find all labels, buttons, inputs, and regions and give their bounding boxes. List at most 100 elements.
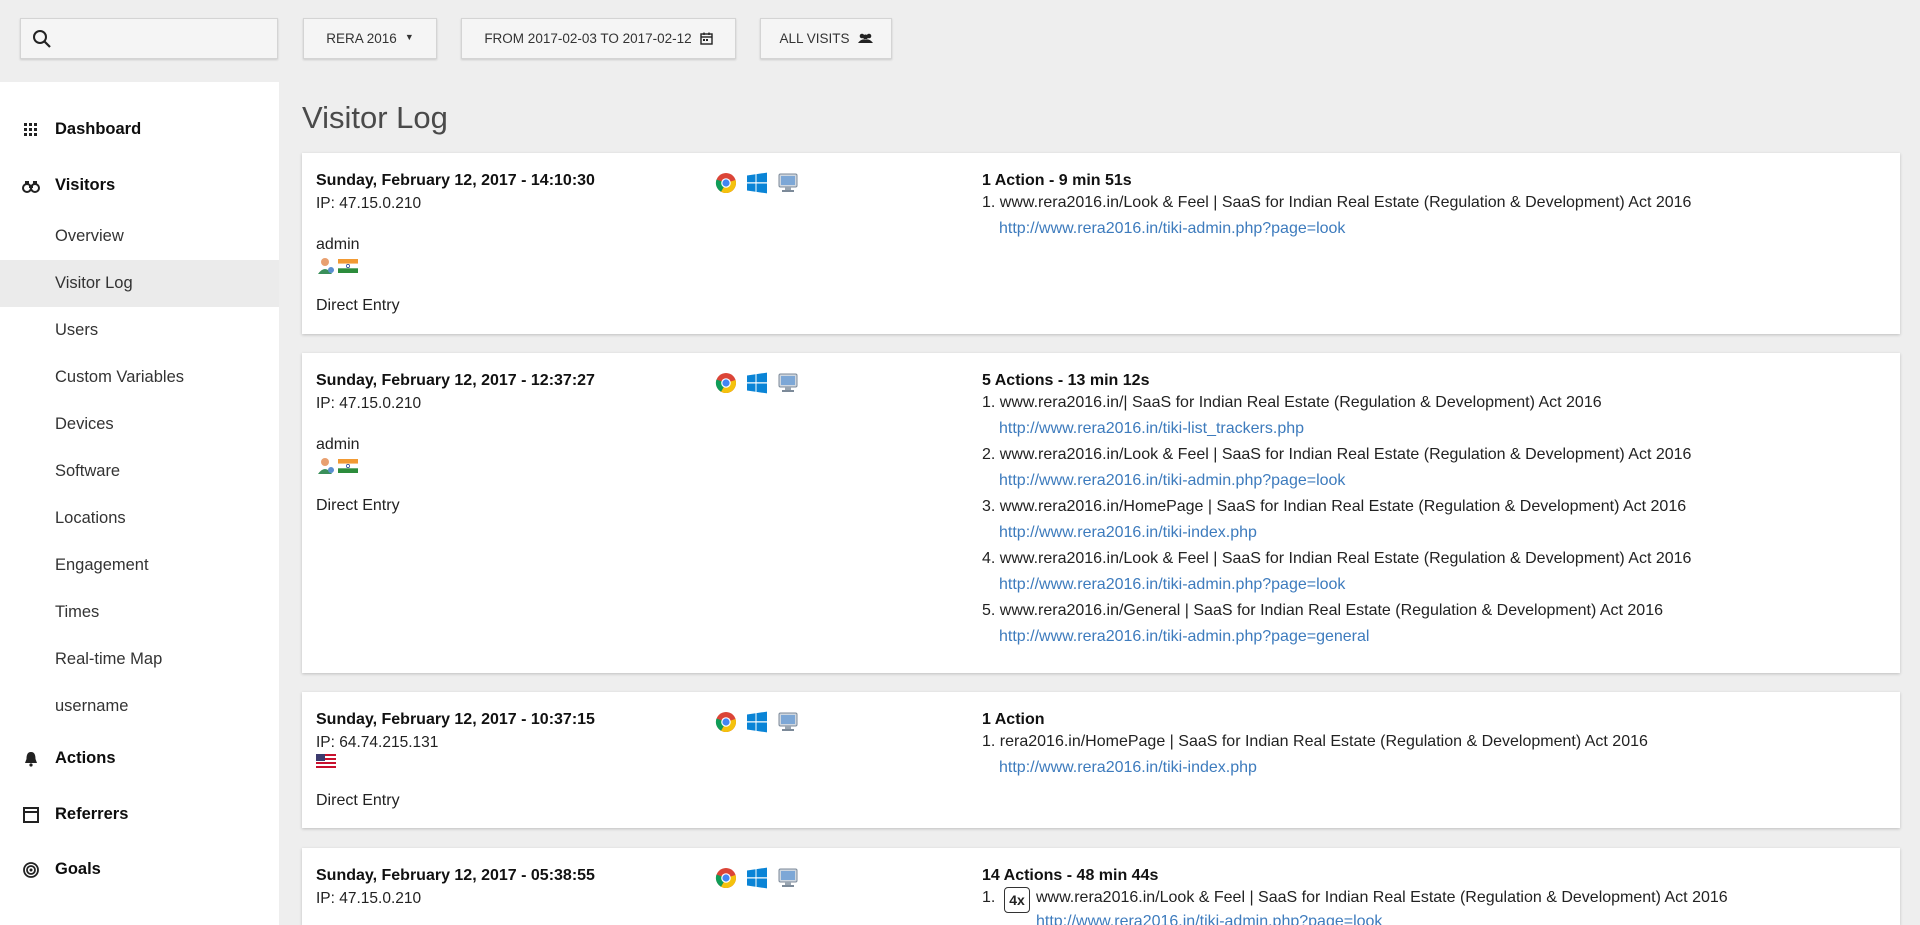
visit-referrer: Direct Entry (316, 792, 400, 809)
desktop-device-icon (777, 711, 799, 733)
sidebar-item-visitors[interactable]: Visitors (0, 165, 279, 205)
desktop-device-icon (777, 372, 799, 394)
action-url-link[interactable]: http://www.rera2016.in/tiki-index.php (999, 524, 1257, 542)
calendar-icon (699, 32, 713, 45)
action-url-link[interactable]: http://www.rera2016.in/tiki-list_tracker… (999, 420, 1304, 438)
bell-icon (25, 752, 37, 767)
visit-date: Sunday, February 12, 2017 - 05:38:55 (316, 867, 595, 884)
page-title: Visitor Log (302, 100, 448, 135)
visit-row: Sunday, February 12, 2017 - 05:38:55 IP:… (302, 848, 1900, 925)
action-list: 1. www.rera2016.in/| SaaS for Indian Rea… (982, 394, 1882, 654)
site-selector-label: RERA 2016 (326, 31, 397, 46)
desktop-device-icon (777, 867, 799, 889)
visit-date: Sunday, February 12, 2017 - 10:37:15 (316, 711, 595, 728)
action-title: 4. www.rera2016.in/Look & Feel | SaaS fo… (982, 550, 1692, 567)
sidebar-item-devices[interactable]: Devices (0, 401, 279, 448)
visit-user: admin (316, 236, 360, 253)
visit-tech-icons (715, 372, 799, 394)
action-number: 1. (982, 889, 996, 906)
action-title: 2. www.rera2016.in/Look & Feel | SaaS fo… (982, 446, 1692, 463)
visit-ip: IP: 47.15.0.210 (316, 395, 422, 412)
sidebar-item-label: Dashboard (55, 119, 142, 138)
sidebar-item-engagement[interactable]: Engagement (0, 542, 279, 589)
sidebar-item-overview[interactable]: Overview (0, 213, 279, 260)
desktop-device-icon (777, 172, 799, 194)
date-range-selector[interactable]: FROM 2017-02-03 TO 2017-02-12 (461, 18, 736, 59)
sidebar-item-users[interactable]: Users (0, 307, 279, 354)
action-url-link[interactable]: http://www.rera2016.in/tiki-admin.php?pa… (999, 628, 1369, 646)
binoculars-icon (22, 181, 40, 193)
sidebar-item-visitor-log[interactable]: Visitor Log (0, 260, 279, 307)
sidebar-item-label: Goals (55, 859, 101, 878)
visit-ip: IP: 64.74.215.131 (316, 734, 439, 751)
windows-icon (746, 867, 768, 889)
action-title: www.rera2016.in/Look & Feel | SaaS for I… (1036, 889, 1728, 906)
action-list: 1. 4x www.rera2016.in/Look & Feel | SaaS… (982, 887, 1882, 925)
visitor-profile-icon[interactable] (316, 457, 336, 475)
visitor-profile-icon[interactable] (316, 257, 336, 275)
sidebar-item-custom-variables[interactable]: Custom Variables (0, 354, 279, 401)
visit-tech-icons (715, 172, 799, 194)
visit-tech-icons (715, 867, 799, 889)
segment-selector[interactable]: ALL VISITS (760, 18, 892, 59)
sidebar-item-username[interactable]: username (0, 683, 279, 730)
sidebar-item-real-time-map[interactable]: Real-time Map (0, 636, 279, 683)
visit-actions-summary: 5 Actions - 13 min 12s (982, 372, 1150, 389)
action-item: 1. rera2016.in/HomePage | SaaS for India… (982, 733, 1882, 785)
chrome-icon (715, 172, 737, 194)
sidebar-item-label: Actions (55, 748, 116, 767)
segment-label: ALL VISITS (779, 31, 850, 46)
date-range-label: FROM 2017-02-03 TO 2017-02-12 (484, 31, 692, 46)
sidebar-item-referrers[interactable]: Referrers (0, 794, 279, 834)
visit-referrer: Direct Entry (316, 497, 400, 514)
visit-row: Sunday, February 12, 2017 - 10:37:15 IP:… (302, 692, 1900, 828)
action-item: 4. www.rera2016.in/Look & Feel | SaaS fo… (982, 550, 1882, 602)
visit-tech-icons (715, 711, 799, 733)
chrome-icon (715, 867, 737, 889)
action-url-link[interactable]: http://www.rera2016.in/tiki-index.php (999, 759, 1257, 777)
sidebar-item-software[interactable]: Software (0, 448, 279, 495)
visitor-icons (316, 457, 358, 475)
search-icon (33, 30, 51, 48)
action-item: 1. www.rera2016.in/Look & Feel | SaaS fo… (982, 194, 1882, 246)
action-title: 5. www.rera2016.in/General | SaaS for In… (982, 602, 1663, 619)
site-selector[interactable]: RERA 2016 ▼ (303, 18, 437, 59)
action-item: 2. www.rera2016.in/Look & Feel | SaaS fo… (982, 446, 1882, 498)
visit-ip: IP: 47.15.0.210 (316, 890, 422, 907)
action-url-link[interactable]: http://www.rera2016.in/tiki-admin.php?pa… (999, 576, 1345, 594)
visitor-icons (316, 754, 336, 768)
search-input[interactable] (20, 18, 278, 59)
sidebar-item-label: Referrers (55, 804, 129, 823)
sidebar-item-times[interactable]: Times (0, 589, 279, 636)
visit-row: Sunday, February 12, 2017 - 14:10:30 IP:… (302, 153, 1900, 334)
repeat-count-badge: 4x (1004, 887, 1030, 913)
action-url-link[interactable]: http://www.rera2016.in/tiki-admin.php?pa… (999, 472, 1345, 490)
visitor-icons (316, 257, 358, 275)
action-list: 1. rera2016.in/HomePage | SaaS for India… (982, 733, 1882, 785)
action-url-link[interactable]: http://www.rera2016.in/tiki-admin.php?pa… (1036, 913, 1382, 925)
action-item: 1. www.rera2016.in/| SaaS for Indian Rea… (982, 394, 1882, 446)
action-title: 3. www.rera2016.in/HomePage | SaaS for I… (982, 498, 1687, 515)
action-list: 1. www.rera2016.in/Look & Feel | SaaS fo… (982, 194, 1882, 246)
sidebar-item-actions[interactable]: Actions (0, 738, 279, 778)
top-toolbar: RERA 2016 ▼ FROM 2017-02-03 TO 2017-02-1… (0, 0, 1920, 70)
usa-flag-icon (316, 754, 336, 768)
windows-icon (746, 172, 768, 194)
sidebar-item-dashboard[interactable]: Dashboard (0, 109, 279, 149)
action-url-link[interactable]: http://www.rera2016.in/tiki-admin.php?pa… (999, 220, 1345, 238)
sidebar: Dashboard Visitors Overview Visitor Log … (0, 82, 279, 925)
visit-user: admin (316, 436, 360, 453)
sidebar-item-goals[interactable]: Goals (0, 849, 279, 889)
visit-row: Sunday, February 12, 2017 - 12:37:27 IP:… (302, 353, 1900, 673)
visit-date: Sunday, February 12, 2017 - 14:10:30 (316, 172, 595, 189)
visit-referrer: Direct Entry (316, 297, 400, 314)
visit-actions-summary: 14 Actions - 48 min 44s (982, 867, 1159, 884)
sidebar-item-locations[interactable]: Locations (0, 495, 279, 542)
action-item: 3. www.rera2016.in/HomePage | SaaS for I… (982, 498, 1882, 550)
windows-icon (746, 372, 768, 394)
caret-down-icon: ▼ (404, 31, 414, 42)
browser-window-icon (23, 807, 39, 823)
visit-date: Sunday, February 12, 2017 - 12:37:27 (316, 372, 595, 389)
sidebar-item-label: Visitors (55, 175, 116, 194)
action-title: 1. www.rera2016.in/| SaaS for Indian Rea… (982, 394, 1602, 411)
